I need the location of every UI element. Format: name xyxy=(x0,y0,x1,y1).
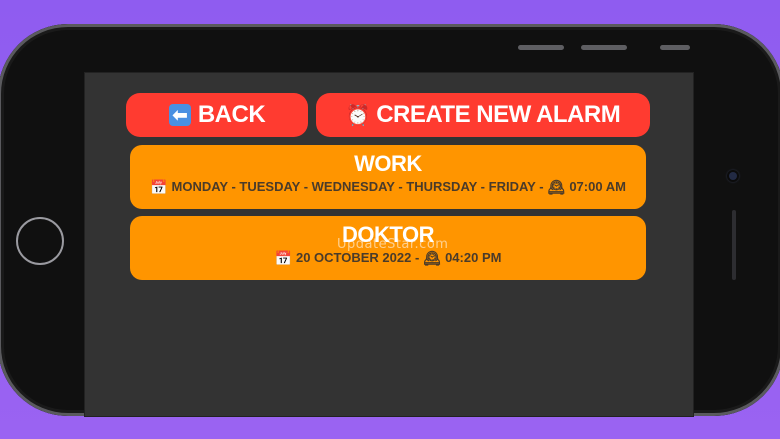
alarm-time: 07:00 AM xyxy=(569,179,626,194)
mute-switch xyxy=(660,45,690,50)
front-camera xyxy=(729,172,737,180)
create-new-alarm-button[interactable]: ⏰ CREATE NEW ALARM xyxy=(316,93,650,137)
left-arrow-icon: ⬅ xyxy=(168,104,191,126)
volume-down-button xyxy=(581,45,627,50)
phone-frame: ⬅ BACK ⏰ CREATE NEW ALARM WORK 📅 MONDAY … xyxy=(0,24,780,417)
alarm-time: 04:20 PM xyxy=(445,250,502,265)
alarm-clock-icon: ⏰ xyxy=(345,104,371,127)
alarm-card[interactable]: WORK 📅 MONDAY - TUESDAY - WEDNESDAY - TH… xyxy=(130,145,646,209)
speaker-grille xyxy=(732,210,736,280)
alarm-schedule: MONDAY - TUESDAY - WEDNESDAY - THURSDAY … xyxy=(171,179,544,194)
back-button-label: BACK xyxy=(197,101,266,128)
calendar-icon: 📅 xyxy=(150,179,168,195)
back-button[interactable]: ⬅ BACK xyxy=(126,93,308,137)
alarm-title: WORK xyxy=(354,151,422,176)
create-button-label: CREATE NEW ALARM xyxy=(376,101,621,128)
app-screen: ⬅ BACK ⏰ CREATE NEW ALARM WORK 📅 MONDAY … xyxy=(84,72,694,417)
home-button[interactable] xyxy=(16,217,64,265)
mantel-clock-icon: 🕰 xyxy=(547,179,566,195)
alarm-details: 📅 MONDAY - TUESDAY - WEDNESDAY - THURSDA… xyxy=(130,177,646,197)
volume-up-button xyxy=(518,45,564,50)
watermark: UpdateStar.com xyxy=(337,237,449,252)
calendar-icon: 📅 xyxy=(274,250,292,266)
